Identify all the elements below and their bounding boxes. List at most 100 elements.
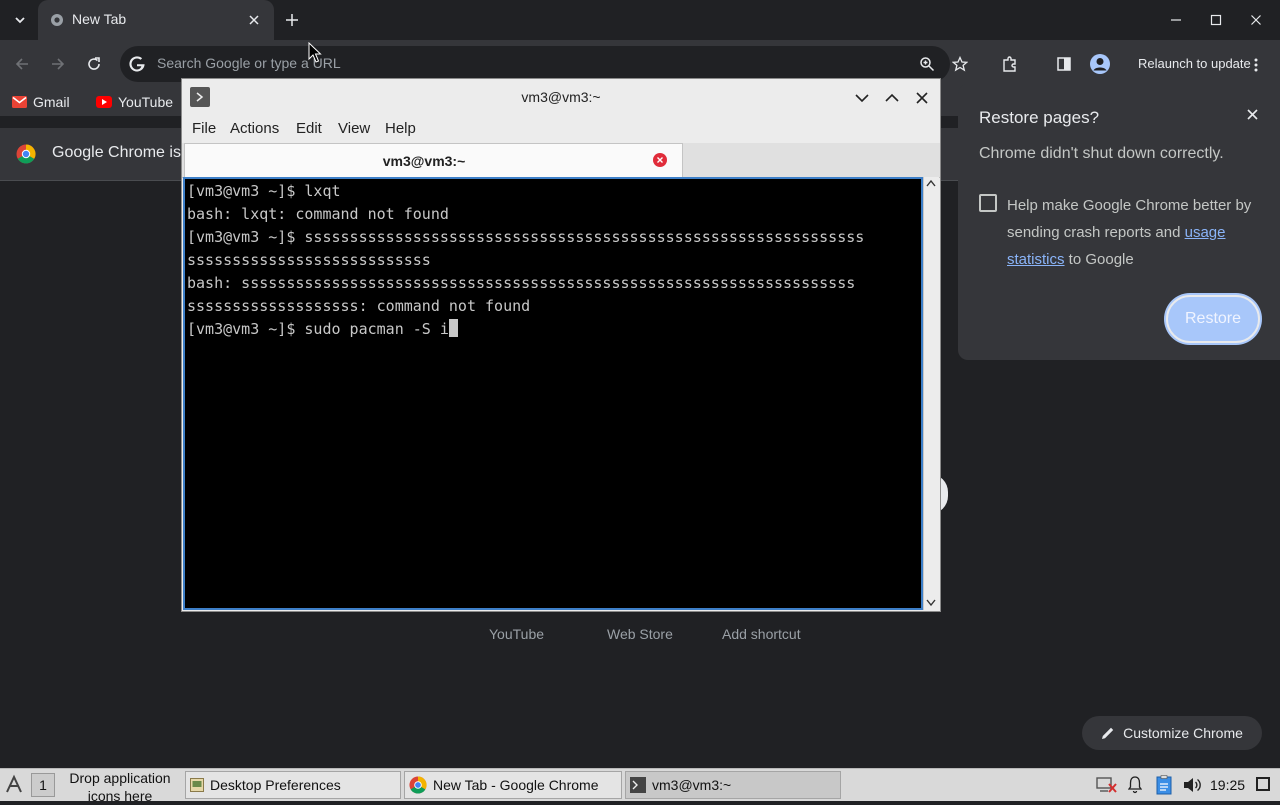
application-menu-icon[interactable] [4,774,24,796]
terminal-tab-close-button[interactable] [653,153,667,167]
clipboard-icon[interactable] [1156,775,1172,795]
side-panel-button[interactable] [1050,50,1078,78]
terminal-output[interactable]: [vm3@vm3 ~]$ lxqt bash: lxqt: command not… [183,177,923,610]
menu-help[interactable]: Help [385,120,416,137]
arrow-right-icon [52,58,65,70]
forward-button[interactable] [44,50,72,78]
youtube-icon [96,96,112,108]
back-button[interactable] [8,50,36,78]
taskbar-item-label: New Tab - Google Chrome [433,777,599,793]
close-icon [657,157,663,163]
plus-icon [286,14,298,26]
chrome-logo-icon [16,144,36,164]
taskbar-item-chrome[interactable]: New Tab - Google Chrome [404,771,622,799]
terminal-tab[interactable]: vm3@vm3:~ [184,143,683,177]
close-window-button[interactable] [1244,10,1268,30]
taskbar-clock[interactable]: 19:25 [1210,777,1245,793]
bookmark-star-button[interactable] [946,50,974,78]
bookmark-label: YouTube [118,94,174,110]
terminal-titlebar[interactable]: vm3@vm3:~ [182,79,940,115]
zoom-icon[interactable] [919,56,935,72]
taskbar: 1 Drop application icons here Desktop Pr… [0,768,1280,804]
taskbar-item-terminal[interactable]: vm3@vm3:~ [625,771,841,799]
close-icon [1251,15,1261,25]
close-icon [249,15,259,25]
profile-button[interactable] [1086,50,1114,78]
side-panel-icon [1057,57,1071,71]
new-tab-button[interactable] [282,10,302,30]
minimize-icon [1171,19,1181,21]
desktop-preferences-icon [190,778,204,792]
arrow-left-icon [15,58,28,70]
maximize-button[interactable] [1204,10,1228,30]
terminal-text: [vm3@vm3 ~]$ lxqt bash: lxqt: command not… [187,180,864,341]
terminal-menubar: File Actions Edit View Help [182,115,940,143]
terminal-line: [vm3@vm3 ~]$ sssssssssssssssssssssssssss… [187,228,865,246]
quicklaunch-hint-line: icons here [87,788,153,804]
chrome-favicon-icon [51,14,63,26]
terminal-minimize-button[interactable] [851,87,873,109]
terminal-app-icon [630,777,646,793]
terminal-current-line: [vm3@vm3 ~]$ sudo pacman -S i [187,318,864,341]
restore-dialog-close-button[interactable] [1242,104,1262,124]
reload-button[interactable] [80,50,108,78]
puzzle-icon [1003,56,1016,72]
taskbar-item-label: Desktop Preferences [210,777,341,793]
menu-view[interactable]: View [338,120,370,137]
relaunch-to-update-button[interactable]: Relaunch to update [1138,56,1251,71]
show-desktop-button[interactable] [1256,777,1270,791]
chevron-down-icon [855,94,869,103]
tab-close-button[interactable] [244,10,264,30]
crash-reports-text-end: to Google [1064,251,1134,268]
menu-edit[interactable]: Edit [296,120,322,137]
network-disconnected-icon[interactable] [1096,775,1118,795]
menu-file[interactable]: File [192,120,216,137]
minimize-button[interactable] [1164,10,1188,30]
tab-new-tab[interactable]: New Tab [38,0,274,40]
terminal-tab-bar: vm3@vm3:~ [182,143,940,178]
infobar-message: Google Chrome is [52,144,181,161]
volume-icon[interactable] [1182,776,1202,794]
shortcut-add[interactable]: Add shortcut [722,626,801,642]
tab-title: New Tab [72,11,127,27]
notification-bell-icon[interactable] [1128,776,1142,794]
menu-actions[interactable]: Actions [230,120,279,137]
desktop-switcher[interactable]: 1 [31,773,55,797]
quicklaunch-hint-line: Drop application [69,770,171,786]
avatar-icon [1090,54,1110,74]
bookmark-gmail[interactable]: Gmail [12,94,70,110]
terminal-window: vm3@vm3:~ File Actions Edit View Help vm… [181,78,941,612]
close-icon [1246,108,1258,120]
bookmark-youtube[interactable]: YouTube [96,94,173,110]
star-icon [952,56,968,72]
restore-dialog-title: Restore pages? [979,108,1100,127]
scroll-down-icon[interactable] [926,599,936,607]
terminal-scrollbar[interactable] [923,177,939,610]
terminal-line: [vm3@vm3 ~]$ lxqt [187,182,341,200]
terminal-line: bash: lxqt: command not found [187,205,449,223]
terminal-line: sssssssssssssssssssssssssss [187,251,431,269]
bookmark-label: Gmail [33,94,70,110]
scroll-up-icon[interactable] [926,179,936,187]
pencil-icon [1102,727,1114,739]
chevron-down-icon [15,17,25,24]
address-bar[interactable]: Search Google or type a URL [120,46,950,82]
restore-button[interactable]: Restore [1166,295,1260,343]
chrome-tab-strip: New Tab [0,0,1280,40]
customize-chrome-button[interactable]: Customize Chrome [1082,716,1262,750]
shortcut-web-store[interactable]: Web Store [607,626,673,642]
mouse-pointer-icon [308,42,322,63]
shortcut-youtube[interactable]: YouTube [489,626,544,642]
terminal-line: bash: ssssssssssssssssssssssssssssssssss… [187,274,856,292]
terminal-line: sssssssssssssssssss: command not found [187,297,531,315]
chevron-up-icon [885,93,899,102]
terminal-close-button[interactable] [911,87,933,109]
taskbar-item-desktop-preferences[interactable]: Desktop Preferences [185,771,401,799]
more-vert-icon[interactable] [1253,57,1259,73]
crash-reports-checkbox[interactable] [979,194,997,212]
gmail-icon [12,96,27,108]
terminal-maximize-button[interactable] [881,87,903,109]
extensions-button[interactable] [996,50,1024,78]
terminal-tab-title: vm3@vm3:~ [382,153,466,169]
tab-search-button[interactable] [8,10,32,30]
